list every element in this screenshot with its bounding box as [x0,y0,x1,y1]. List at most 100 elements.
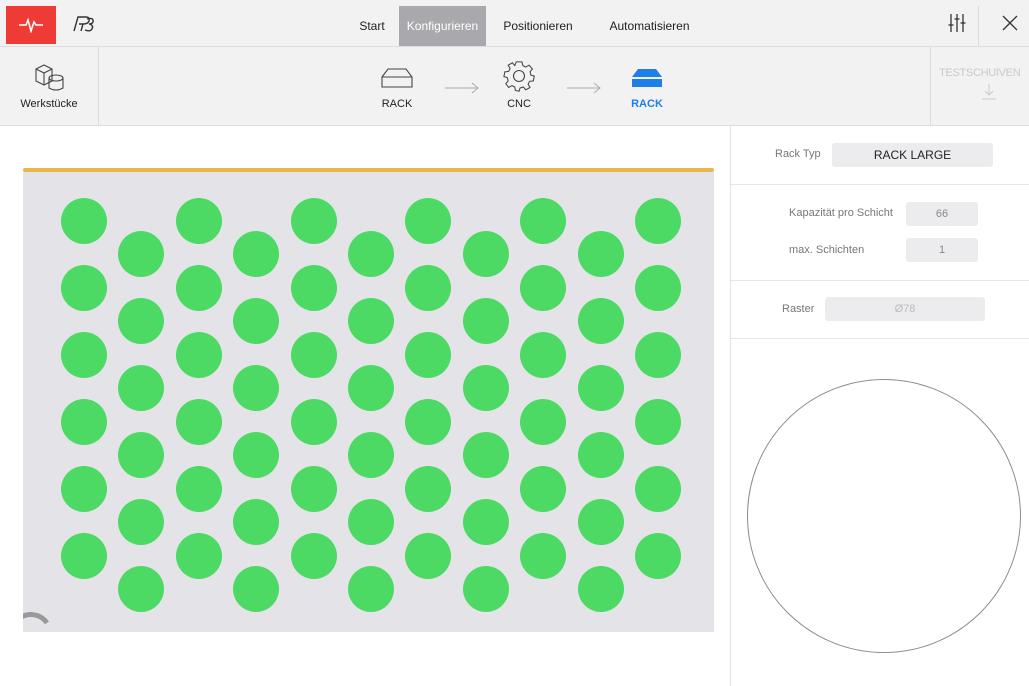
capacity-field[interactable]: 66 [906,202,978,226]
rack-slot[interactable] [577,499,624,545]
main-tabs: Start Konfigurieren Positionieren Automa… [345,6,709,46]
properties-panel: Rack Typ RACK LARGE Kapazität pro Schich… [730,126,1029,686]
close-icon[interactable] [999,12,1021,34]
rack-slot[interactable] [577,231,624,277]
rack-slot[interactable] [405,533,452,579]
test-move-button[interactable]: TESTSCHUIVEN [930,47,1029,125]
sliders-icon[interactable] [946,12,968,34]
rack-slot[interactable] [233,566,280,612]
rack-slot[interactable] [577,298,624,344]
gear-icon [503,61,535,92]
rack-slot[interactable] [233,365,280,411]
rack-type-label: Rack Typ [775,148,821,160]
rack-plate[interactable] [23,172,714,632]
panel-divider [731,184,1029,185]
rack-slot[interactable] [118,365,165,411]
rack-slot[interactable] [348,499,394,545]
rack-slot[interactable] [348,298,394,344]
rack-slot[interactable] [175,466,222,512]
rack-slot[interactable] [520,198,567,244]
rack-slot[interactable] [290,265,337,311]
rack-slot[interactable] [462,365,509,411]
rack-slot[interactable] [175,533,222,579]
rack-slot[interactable] [520,265,567,311]
rack-slot[interactable] [635,466,681,512]
rack-slot[interactable] [118,298,165,344]
rack-slot[interactable] [61,533,107,579]
tab-positionieren[interactable]: Positionieren [486,6,590,46]
rack-slot[interactable] [577,365,624,411]
step-cnc[interactable]: CNC [484,47,554,125]
rack-slot[interactable] [635,265,681,311]
rack-slot[interactable] [635,198,681,244]
rack-slot[interactable] [405,198,452,244]
panel-divider [731,338,1029,339]
rack-slot[interactable] [405,332,452,378]
rack-slot[interactable] [233,231,280,277]
rack-slot[interactable] [175,399,222,445]
pulse-icon[interactable] [6,6,56,44]
rack-slot[interactable] [348,566,394,612]
workpieces-label: Werkstücke [20,98,78,110]
max-layers-label: max. Schichten [789,244,865,256]
rack-slot[interactable] [635,332,681,378]
capacity-label: Kapazität pro Schicht [789,207,893,219]
tab-start[interactable]: Start [345,6,399,46]
rack-slot[interactable] [233,298,280,344]
rack-slot[interactable] [520,399,567,445]
rack-slot[interactable] [233,432,280,478]
rack-icon [381,68,413,88]
rack-slot[interactable] [290,466,337,512]
rack-slot[interactable] [520,533,567,579]
rack-filled-icon [632,69,662,87]
rack-slot[interactable] [118,432,165,478]
rack-slot[interactable] [462,432,509,478]
rack-slot[interactable] [520,466,567,512]
grid-label: Raster [782,303,815,315]
tab-automatisieren[interactable]: Automatisieren [590,6,709,46]
rack-slot[interactable] [61,399,107,445]
rack-slot[interactable] [405,265,452,311]
rack-slot[interactable] [348,432,394,478]
r3-brand-icon[interactable] [70,14,98,34]
rack-slot[interactable] [462,231,509,277]
rack-slot[interactable] [175,265,222,311]
rack-slot[interactable] [348,365,394,411]
rack-view [23,168,714,632]
rack-slot[interactable] [61,466,107,512]
workflow-bar: Werkstücke RACK CNC RACK TESTSCHUIVEN [0,47,1029,126]
rack-slot[interactable] [462,566,509,612]
rack-slot[interactable] [118,231,165,277]
rack-slot[interactable] [118,499,165,545]
rack-slot[interactable] [635,533,681,579]
rack-slot[interactable] [290,332,337,378]
rack-slot[interactable] [577,566,624,612]
workpieces-button[interactable]: Werkstücke [0,47,99,125]
rack-slot[interactable] [348,231,394,277]
tab-konfigurieren[interactable]: Konfigurieren [399,6,486,46]
rack-slot[interactable] [175,332,222,378]
rack-slot[interactable] [290,198,337,244]
rack-slot[interactable] [118,566,165,612]
rack-slot[interactable] [61,198,107,244]
max-layers-field[interactable]: 1 [906,238,978,262]
rack-slot[interactable] [405,399,452,445]
rack-slot[interactable] [462,298,509,344]
step-rack-input[interactable]: RACK [362,47,432,125]
workpieces-icon [35,64,64,91]
rack-slot[interactable] [405,466,452,512]
rack-type-select[interactable]: RACK LARGE [832,143,993,167]
step-rack-output[interactable]: RACK [612,47,682,125]
rack-slot[interactable] [233,499,280,545]
rack-slot[interactable] [462,499,509,545]
rack-slot[interactable] [577,432,624,478]
rack-slot[interactable] [175,198,222,244]
rack-slot[interactable] [290,533,337,579]
rack-slot[interactable] [290,399,337,445]
rack-slot[interactable] [61,265,107,311]
grid-field[interactable]: Ø78 [825,297,985,321]
rack-slot[interactable] [61,332,107,378]
rack-slot[interactable] [520,332,567,378]
step-cnc-label: CNC [507,98,531,110]
rack-slot[interactable] [635,399,681,445]
